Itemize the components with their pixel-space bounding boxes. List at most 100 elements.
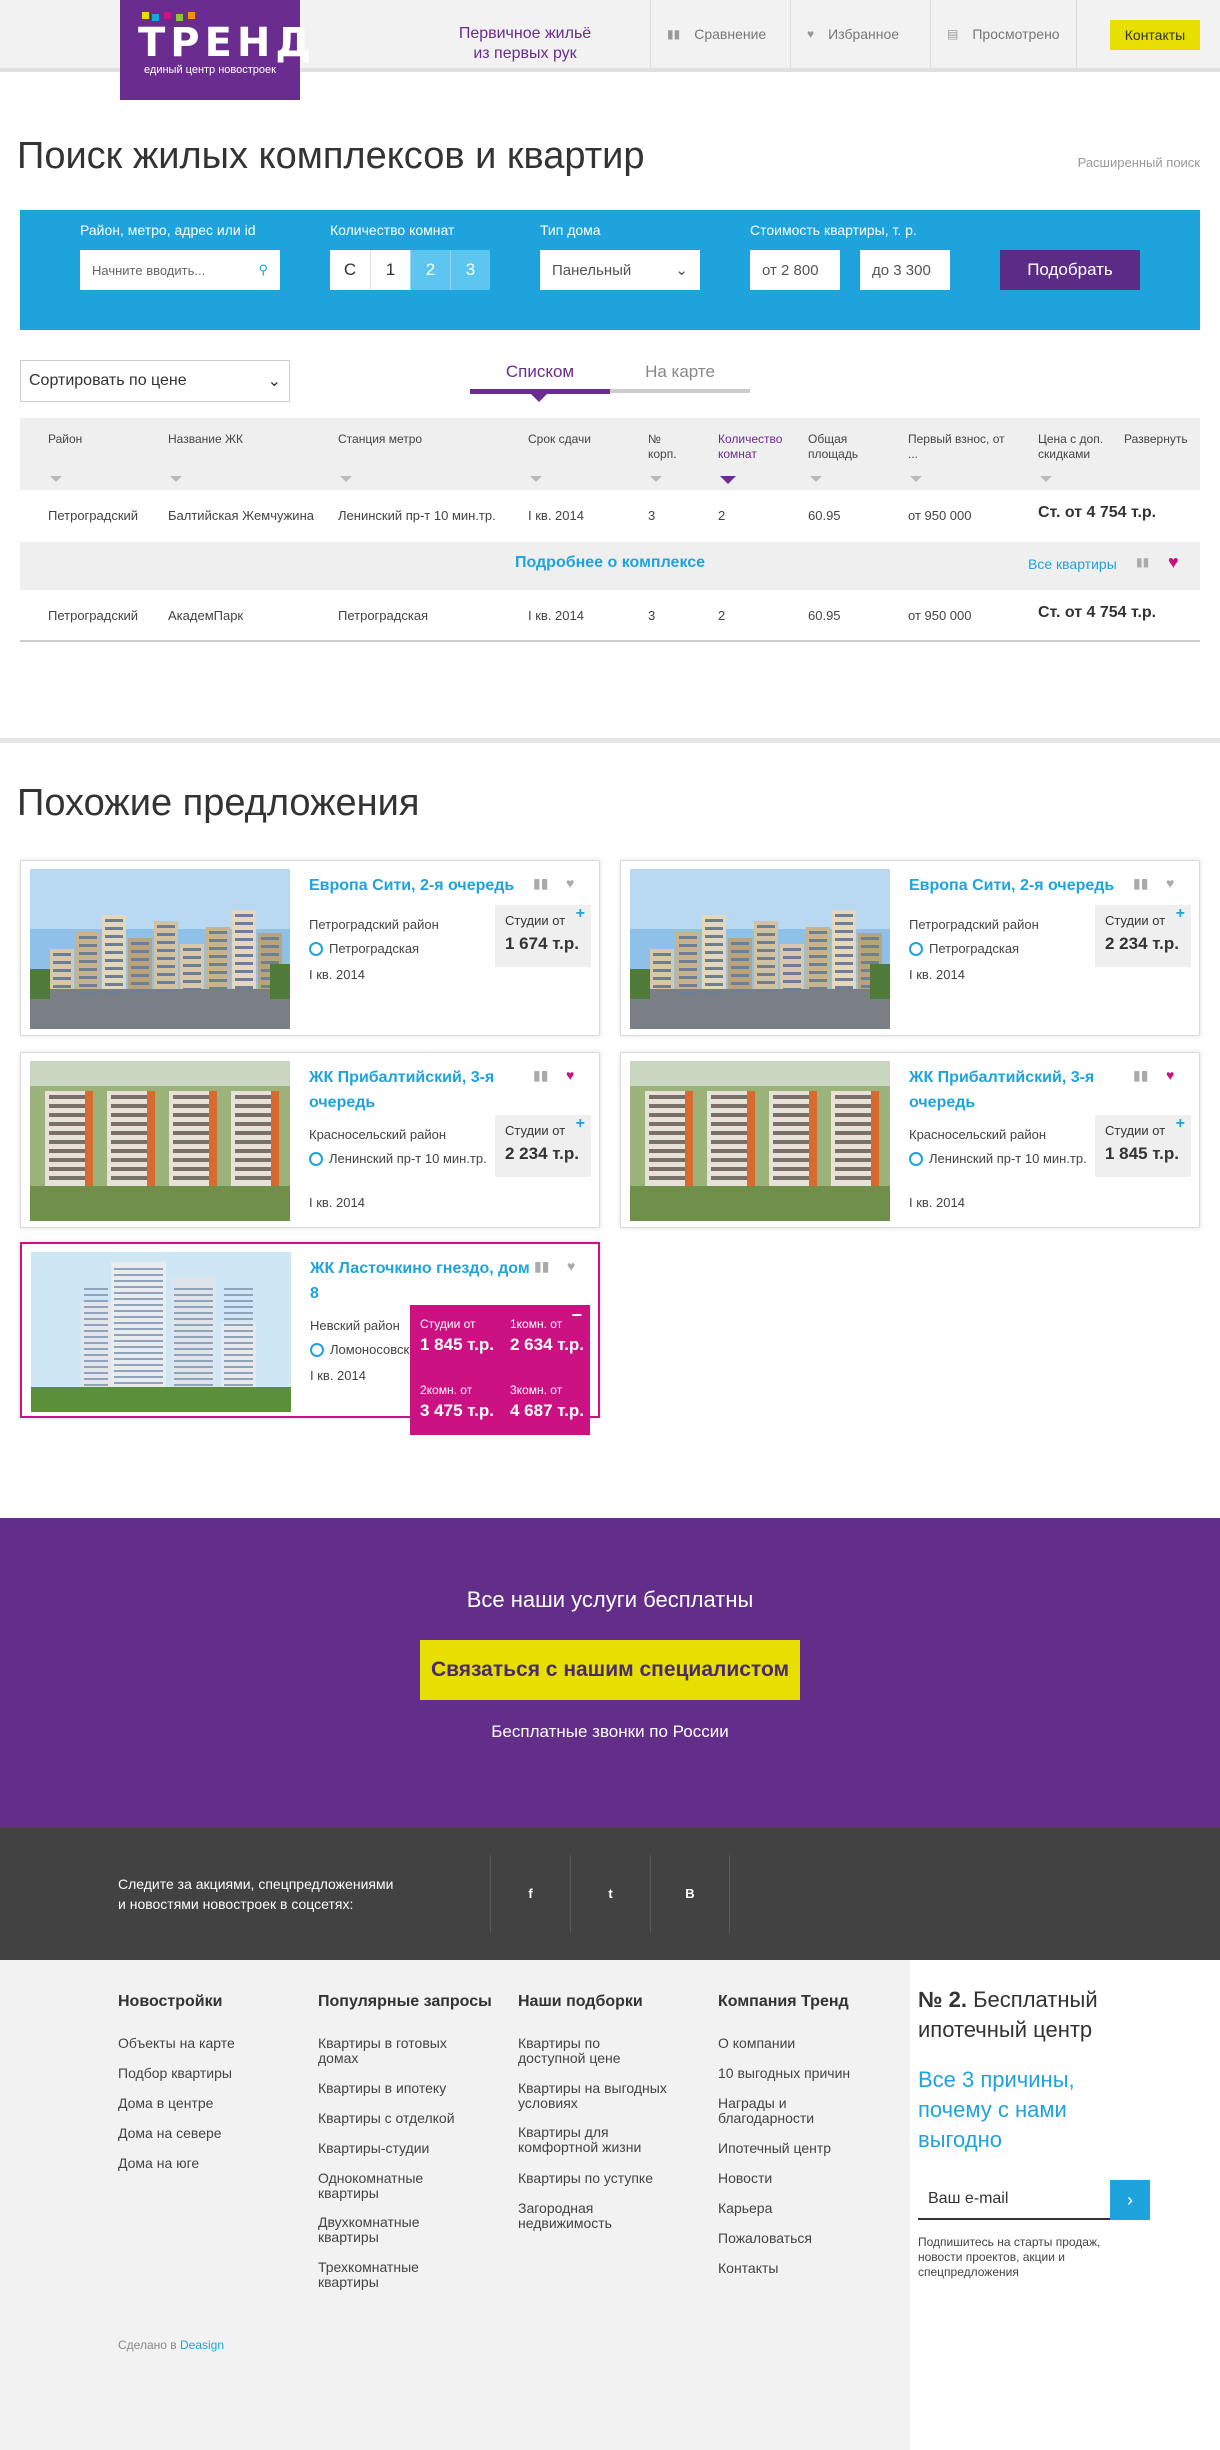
heart-icon[interactable]: ♥ [1166, 875, 1174, 891]
table-row[interactable]: Петроградский АкадемПарк Петроградская I… [20, 590, 1200, 642]
card-title[interactable]: Европа Сити, 2-я очередь [309, 873, 539, 898]
footer-link[interactable]: Квартиры на выгодных условиях [518, 2081, 688, 2111]
advanced-search-link[interactable]: Расширенный поиск [1000, 155, 1200, 170]
table-row[interactable]: Петроградский Балтийская Жемчужина Ленин… [20, 490, 1200, 542]
rooms-1-button[interactable]: 1 [370, 250, 410, 290]
expand-link[interactable]: Развернуть [1124, 432, 1188, 447]
footer-link[interactable]: Квартиры по доступной цене [518, 2036, 638, 2066]
plus-icon[interactable]: + [576, 1115, 585, 1133]
submit-button[interactable]: Подобрать [1000, 250, 1140, 290]
footer-link[interactable]: Карьера [718, 2201, 888, 2216]
nav-viewed[interactable]: ▤ Просмотрено [930, 0, 1077, 68]
footer-link[interactable]: Квартиры в ипотеку [318, 2081, 468, 2096]
price-box[interactable]: + Студии от 2 234 т.р. [495, 1115, 591, 1177]
compare-icon[interactable]: ▮▮ [533, 875, 548, 892]
price-box[interactable]: + Студии от 1 845 т.р. [1095, 1115, 1191, 1177]
building-photo[interactable] [30, 1061, 290, 1221]
price-box[interactable]: + Студии от 2 234 т.р. [1095, 905, 1191, 967]
rooms-3-button[interactable]: 3 [450, 250, 490, 290]
compare-icon[interactable]: ▮▮ [533, 1067, 548, 1084]
house-type-select[interactable]: Панельный ⌄ [540, 250, 700, 290]
footer-link[interactable]: Дома на юге [118, 2156, 288, 2171]
col-date[interactable]: Срок сдачи [528, 432, 591, 447]
compare-icon[interactable]: ▮▮ [1136, 555, 1149, 569]
all-apartments-link[interactable]: Все квартиры [1028, 556, 1117, 572]
col-name[interactable]: Название ЖК [168, 432, 243, 447]
contacts-button[interactable]: Контакты [1110, 20, 1200, 50]
col-price[interactable]: Цена с доп. скидками [1038, 432, 1118, 462]
vk-icon[interactable]: B [650, 1855, 730, 1933]
card-title[interactable]: ЖК Прибалтийский, 3-я очередь [909, 1065, 1139, 1115]
rooms-studio-button[interactable]: С [330, 250, 370, 290]
footer-link[interactable]: Квартиры-студии [318, 2141, 468, 2156]
col-district[interactable]: Район [48, 432, 82, 447]
col-building[interactable]: № корп. [648, 432, 688, 462]
district-input[interactable]: Начните вводить... ⚲ [80, 250, 280, 290]
heart-icon[interactable]: ♥ [566, 875, 574, 891]
offer-card[interactable]: ЖК Прибалтийский, 3-я очередь ▮▮ ♥ Красн… [20, 1052, 600, 1228]
logo[interactable]: ТРЕНД единый центр новостроек [120, 0, 311, 100]
building-photo[interactable] [630, 1061, 890, 1221]
compare-icon[interactable]: ▮▮ [534, 1258, 549, 1275]
nav-compare[interactable]: ▮▮ Сравнение [650, 0, 782, 68]
col-first-payment[interactable]: Первый взнос, от ... [908, 432, 1008, 462]
made-by-link[interactable]: Deasign [180, 2338, 224, 2352]
footer-link[interactable]: Объекты на карте [118, 2036, 288, 2051]
sort-arrow-icon[interactable] [340, 476, 352, 482]
tab-map[interactable]: На карте [610, 362, 750, 382]
price-to-input[interactable]: до 3 300 [860, 250, 950, 290]
footer-link[interactable]: 10 выгодных причин [718, 2066, 888, 2081]
footer-link[interactable]: Однокомнатные квартиры [318, 2171, 438, 2201]
compare-icon[interactable]: ▮▮ [1133, 1067, 1148, 1084]
offer-card[interactable]: Европа Сити, 2-я очередь ▮▮ ♥ Петроградс… [620, 860, 1200, 1036]
footer-link[interactable]: Награды и благодарности [718, 2096, 828, 2126]
sort-arrow-active-icon[interactable] [720, 476, 736, 484]
minus-icon[interactable]: − [571, 1305, 582, 1326]
building-photo[interactable] [30, 869, 290, 1029]
facebook-icon[interactable]: f [490, 1855, 570, 1933]
footer-link[interactable]: Квартиры в готовых домах [318, 2036, 468, 2066]
heart-filled-icon[interactable]: ♥ [1166, 1067, 1174, 1083]
footer-link[interactable]: Загородная недвижимость [518, 2201, 638, 2231]
footer-link[interactable]: О компании [718, 2036, 888, 2051]
heart-icon[interactable]: ♥ [567, 1258, 575, 1274]
heart-icon[interactable]: ♥ [1168, 552, 1179, 573]
sort-arrow-icon[interactable] [810, 476, 822, 482]
sort-arrow-icon[interactable] [1040, 476, 1052, 482]
price-popup[interactable]: − Студии от 1 845 т.р. 1комн. от 2 634 т… [410, 1305, 590, 1435]
footer-link[interactable]: Контакты [718, 2261, 888, 2276]
why-link[interactable]: Все 3 причины, почему с нами выгодно [918, 2065, 1098, 2155]
email-input[interactable]: Ваш e-mail [918, 2180, 1110, 2220]
footer-link[interactable]: Пожаловаться [718, 2231, 888, 2246]
footer-link[interactable]: Трехкомнатные квартиры [318, 2260, 438, 2290]
sort-arrow-icon[interactable] [910, 476, 922, 482]
contact-specialist-button[interactable]: Связаться с нашим специалистом [420, 1640, 800, 1700]
compare-icon[interactable]: ▮▮ [1133, 875, 1148, 892]
card-title[interactable]: Европа Сити, 2-я очередь [909, 873, 1139, 898]
sort-arrow-icon[interactable] [530, 476, 542, 482]
footer-link[interactable]: Дома на севере [118, 2126, 288, 2141]
offer-card[interactable]: Европа Сити, 2-я очередь ▮▮ ♥ Петроградс… [20, 860, 600, 1036]
building-photo[interactable] [31, 1252, 291, 1412]
footer-link[interactable]: Двухкомнатные квартиры [318, 2215, 438, 2245]
rooms-2-button[interactable]: 2 [410, 250, 450, 290]
plus-icon[interactable]: + [1176, 905, 1185, 923]
heart-filled-icon[interactable]: ♥ [566, 1067, 574, 1083]
price-box[interactable]: + Студии от 1 674 т.р. [495, 905, 591, 967]
card-title[interactable]: ЖК Ласточкино гнездо, дом 8 [310, 1256, 540, 1306]
col-rooms[interactable]: Количество комнат [718, 432, 794, 462]
sort-select[interactable]: Сортировать по цене ⌄ [20, 360, 290, 402]
twitter-icon[interactable]: t [570, 1855, 650, 1933]
plus-icon[interactable]: + [1176, 1115, 1185, 1133]
nav-favorites[interactable]: ♥ Избранное [790, 0, 915, 68]
footer-link[interactable]: Подбор квартиры [118, 2066, 288, 2081]
card-title[interactable]: ЖК Прибалтийский, 3-я очередь [309, 1065, 539, 1115]
footer-link[interactable]: Дома в центре [118, 2096, 288, 2111]
submit-arrow-icon[interactable]: › [1110, 2180, 1150, 2220]
footer-link[interactable]: Квартиры с отделкой [318, 2111, 468, 2126]
sort-arrow-icon[interactable] [650, 476, 662, 482]
col-area[interactable]: Общая площадь [808, 432, 868, 462]
sort-arrow-icon[interactable] [50, 476, 62, 482]
footer-link[interactable]: Квартиры для комфортной жизни [518, 2125, 668, 2155]
tab-list[interactable]: Списком [470, 362, 610, 382]
